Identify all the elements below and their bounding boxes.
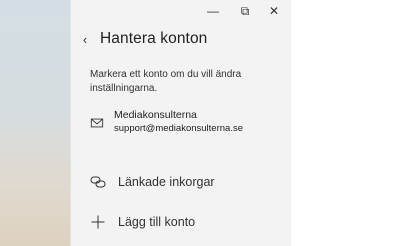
account-name: Mediakonsulterna bbox=[114, 109, 197, 121]
add-account-label: Lägg till konto bbox=[118, 215, 196, 229]
minimize-button[interactable]: — bbox=[197, 0, 229, 22]
restore-button[interactable]: ⧉ bbox=[229, 0, 261, 22]
mail-icon bbox=[90, 118, 104, 128]
account-email: support@mediakonsulterna.se bbox=[114, 123, 243, 134]
pane-title: Hantera konton bbox=[100, 30, 208, 47]
back-button[interactable]: ‹ bbox=[76, 28, 94, 50]
desktop-background bbox=[0, 0, 70, 246]
background-area bbox=[290, 0, 416, 246]
add-account-button[interactable]: Lägg till konto bbox=[90, 211, 286, 233]
close-button[interactable]: ✕ bbox=[258, 0, 290, 22]
pane-header: ‹ Hantera konton bbox=[76, 28, 207, 50]
account-item[interactable]: Mediakonsulterna support@mediakonsultern… bbox=[90, 108, 286, 140]
linked-inboxes-label: Länkade inkorgar bbox=[118, 175, 215, 189]
linked-inboxes-icon bbox=[90, 176, 106, 188]
instruction-text: Markera ett konto om du vill ändra instä… bbox=[90, 69, 242, 94]
plus-icon bbox=[91, 215, 105, 229]
window-titlebar: — ⧉ ✕ bbox=[70, 0, 290, 22]
linked-inboxes-button[interactable]: Länkade inkorgar bbox=[90, 171, 286, 193]
